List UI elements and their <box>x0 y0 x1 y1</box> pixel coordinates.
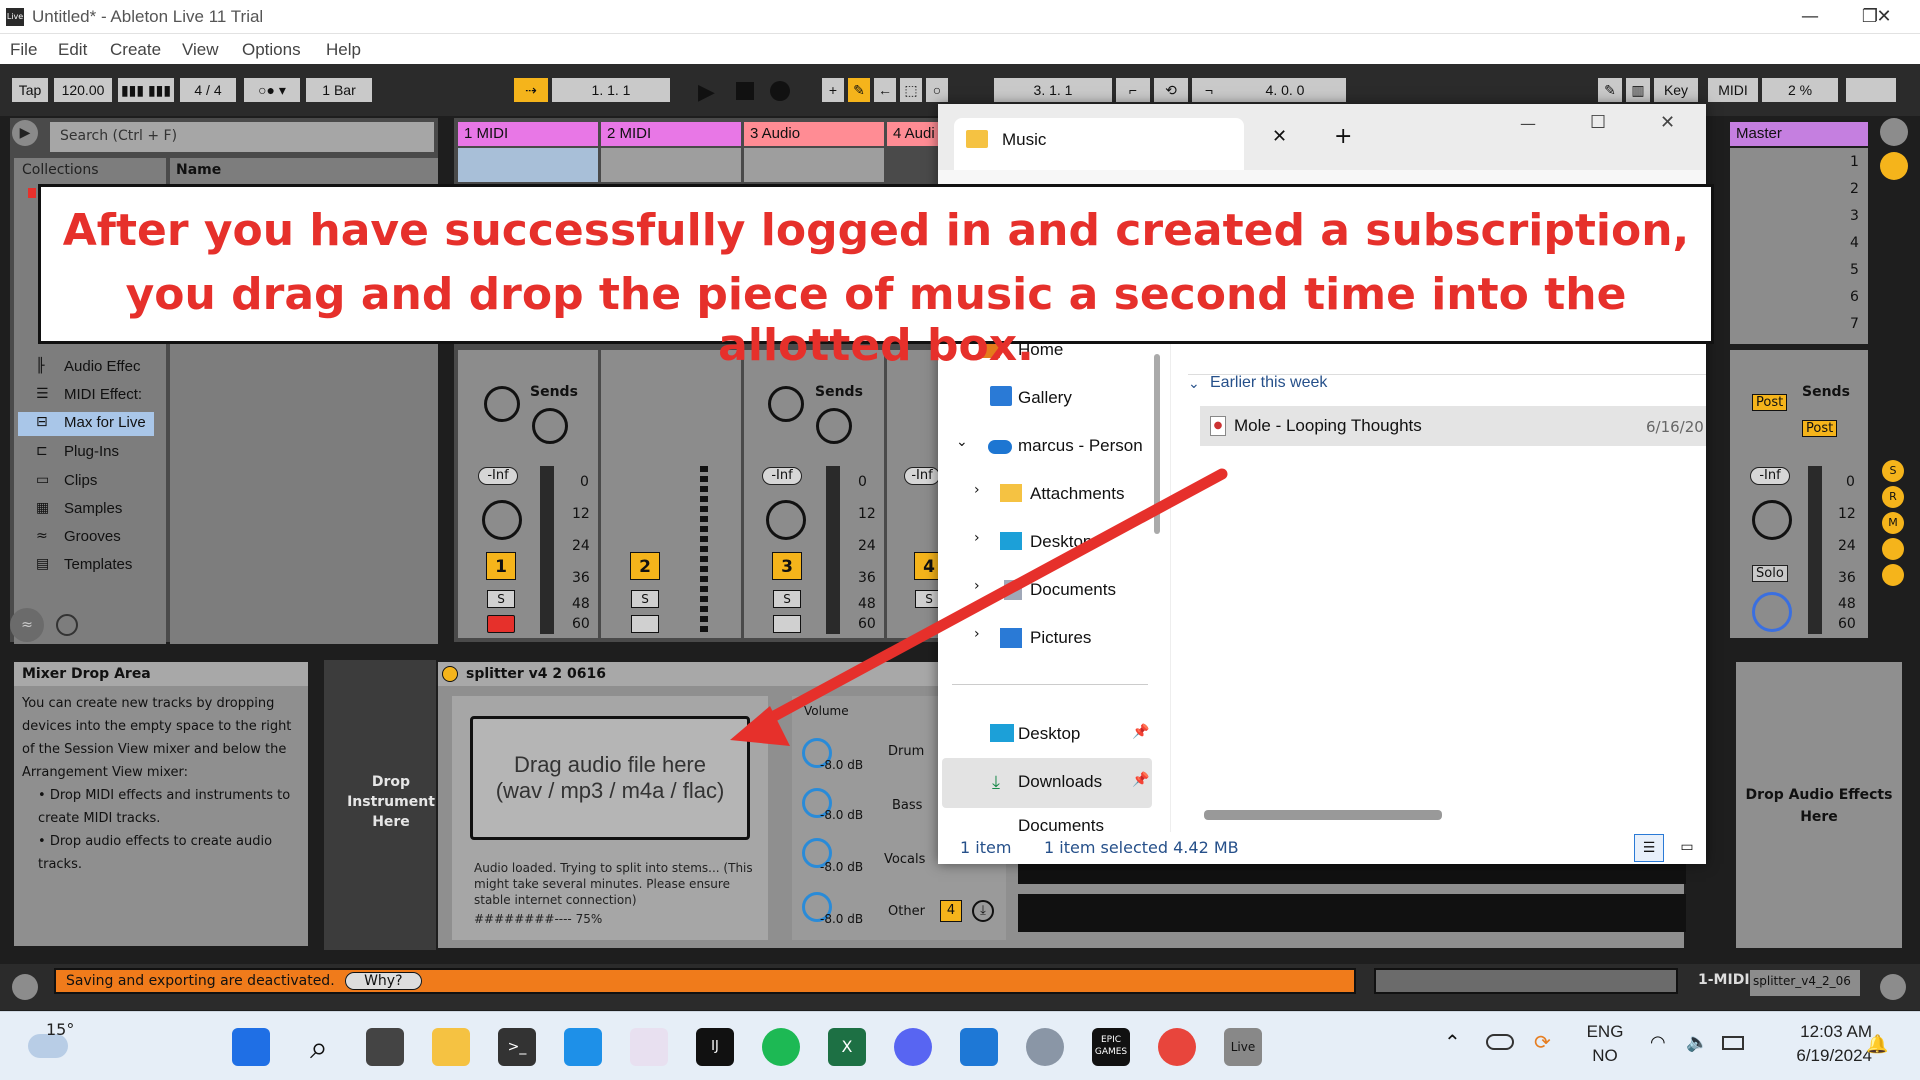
onedrive-tray-icon[interactable] <box>1486 1034 1514 1050</box>
file-explorer-icon[interactable] <box>432 1028 470 1066</box>
ableton-live-icon[interactable]: Live <box>1224 1028 1262 1066</box>
mail-icon[interactable] <box>960 1028 998 1066</box>
discord-icon[interactable] <box>894 1028 932 1066</box>
chevron-up-icon[interactable]: ⌃ <box>1444 1030 1461 1054</box>
settings-icon[interactable] <box>1026 1028 1064 1066</box>
battery-icon[interactable] <box>1722 1036 1744 1050</box>
clock-date[interactable]: 6/19/2024 <box>1762 1046 1872 1066</box>
vscode-icon[interactable] <box>564 1028 602 1066</box>
language-indicator-2[interactable]: NO <box>1580 1046 1630 1066</box>
chrome-icon[interactable] <box>1158 1028 1196 1066</box>
notification-bell-icon[interactable]: 🔔 <box>1866 1034 1888 1055</box>
terminal-icon[interactable]: >_ <box>498 1028 536 1066</box>
red-arrow-annotation <box>730 468 1228 746</box>
language-indicator-1[interactable]: ENG <box>1580 1022 1630 1042</box>
volume-icon[interactable]: 🔈 <box>1686 1032 1708 1053</box>
intellij-icon[interactable]: IJ <box>696 1028 734 1066</box>
wifi-icon[interactable]: ◠ <box>1650 1032 1666 1053</box>
epic-games-icon[interactable]: EPIC GAMES <box>1092 1028 1130 1066</box>
spotify-icon[interactable] <box>762 1028 800 1066</box>
task-view-icon[interactable] <box>366 1028 404 1066</box>
sync-icon[interactable]: ⟳ <box>1534 1030 1551 1054</box>
excel-icon[interactable]: X <box>828 1028 866 1066</box>
weather-temp: 15° <box>46 1020 75 1039</box>
clock-time[interactable]: 12:03 AM <box>1762 1022 1872 1042</box>
slack-icon[interactable] <box>630 1028 668 1066</box>
start-icon[interactable] <box>232 1028 270 1066</box>
search-icon[interactable]: ⌕ <box>300 1028 338 1066</box>
